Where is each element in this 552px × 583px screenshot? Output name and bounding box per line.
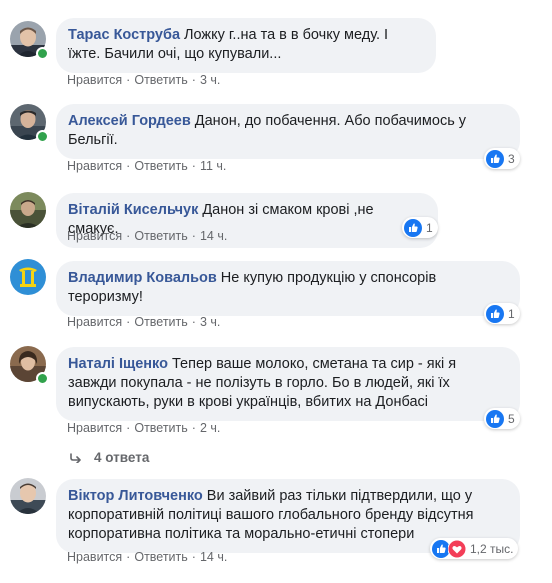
like-link[interactable]: Нравится xyxy=(67,229,122,243)
comment-author[interactable]: Владимир Ковальов xyxy=(68,270,217,286)
separator: · xyxy=(191,550,196,564)
like-reaction-icon xyxy=(404,218,422,237)
love-reaction-icon xyxy=(448,539,466,558)
like-reaction-icon xyxy=(486,304,504,323)
reply-link[interactable]: Ответить xyxy=(134,550,187,564)
avatar[interactable] xyxy=(10,259,46,295)
comment-time[interactable]: 14 ч. xyxy=(200,229,227,243)
like-link[interactable]: Нравится xyxy=(67,315,122,329)
avatar-image xyxy=(10,192,46,228)
comment-bubble: Тарас Коструба Ложку г..на та в в бочку м… xyxy=(56,18,436,73)
comment-time[interactable]: 2 ч. xyxy=(200,421,220,435)
reply-link[interactable]: Ответить xyxy=(134,315,187,329)
reactions-badge[interactable]: 5 xyxy=(484,408,520,429)
avatar[interactable] xyxy=(10,478,46,514)
like-link[interactable]: Нравится xyxy=(67,159,122,173)
comment-actions: Нравится · Ответить · 14 ч. xyxy=(67,550,227,564)
reactions-badge[interactable]: 1,2 тыс. xyxy=(430,538,519,559)
comment-actions: Нравится · Ответить · 11 ч. xyxy=(67,159,226,173)
comment-time[interactable]: 3 ч. xyxy=(200,73,220,87)
reaction-count: 3 xyxy=(508,151,515,166)
comment-author[interactable]: Алексей Гордеев xyxy=(68,113,191,129)
separator: · xyxy=(191,315,196,329)
comment-actions: Нравится · Ответить · 3 ч. xyxy=(67,315,220,329)
reaction-count: 1 xyxy=(426,220,433,235)
comment-actions: Нравится · Ответить · 2 ч. xyxy=(67,421,220,435)
online-indicator xyxy=(36,47,49,60)
reply-link[interactable]: Ответить xyxy=(134,229,187,243)
comment-author[interactable]: Віталій Кисельчук xyxy=(68,202,198,218)
separator: · xyxy=(126,159,131,173)
comment-author[interactable]: Наталі Іщенко xyxy=(68,356,168,372)
comment-time[interactable]: 11 ч. xyxy=(200,159,226,173)
separator: · xyxy=(126,315,131,329)
avatar-image xyxy=(10,478,46,514)
comment-bubble: Алексей Гордеев Данон, до побачення. Або … xyxy=(56,104,520,159)
avatar[interactable] xyxy=(10,192,46,228)
reaction-count: 1 xyxy=(508,306,515,321)
reactions-badge[interactable]: 3 xyxy=(484,148,520,169)
replies-count: 4 ответа xyxy=(94,450,150,465)
reply-link[interactable]: Ответить xyxy=(134,159,187,173)
like-reaction-icon xyxy=(486,149,504,168)
separator: · xyxy=(191,229,196,243)
avatar[interactable] xyxy=(10,346,49,385)
reply-arrow-icon xyxy=(70,452,81,463)
view-replies-link[interactable]: 4 ответа xyxy=(70,450,149,465)
separator: · xyxy=(126,421,131,435)
separator: · xyxy=(126,550,131,564)
reaction-count: 5 xyxy=(508,411,515,426)
comment-bubble: Владимир Ковальов Не купую продукцію у сп… xyxy=(56,261,520,316)
online-indicator xyxy=(36,130,49,143)
comment-actions: Нравится · Ответить · 3 ч. xyxy=(67,73,220,87)
comment-actions: Нравится · Ответить · 14 ч. xyxy=(67,229,227,243)
separator: · xyxy=(191,159,196,173)
like-reaction-icon xyxy=(486,409,504,428)
avatar[interactable] xyxy=(10,21,49,60)
avatar[interactable] xyxy=(10,104,49,143)
reactions-badge[interactable]: 1 xyxy=(484,303,520,324)
comment-time[interactable]: 3 ч. xyxy=(200,315,220,329)
avatar-image xyxy=(10,259,46,295)
comment-author[interactable]: Віктор Литовченко xyxy=(68,488,203,504)
comment-bubble: Наталі Іщенко Тепер ваше молоко, сметана … xyxy=(56,347,520,421)
like-link[interactable]: Нравится xyxy=(67,550,122,564)
separator: · xyxy=(126,229,131,243)
reaction-count: 1,2 тыс. xyxy=(470,541,514,556)
reply-link[interactable]: Ответить xyxy=(134,73,187,87)
separator: · xyxy=(191,73,196,87)
separator: · xyxy=(191,421,196,435)
comment-author[interactable]: Тарас Коструба xyxy=(68,27,180,43)
reactions-badge[interactable]: 1 xyxy=(402,217,438,238)
reply-link[interactable]: Ответить xyxy=(134,421,187,435)
comment-time[interactable]: 14 ч. xyxy=(200,550,227,564)
separator: · xyxy=(126,73,131,87)
like-link[interactable]: Нравится xyxy=(67,73,122,87)
online-indicator xyxy=(36,372,49,385)
like-link[interactable]: Нравится xyxy=(67,421,122,435)
